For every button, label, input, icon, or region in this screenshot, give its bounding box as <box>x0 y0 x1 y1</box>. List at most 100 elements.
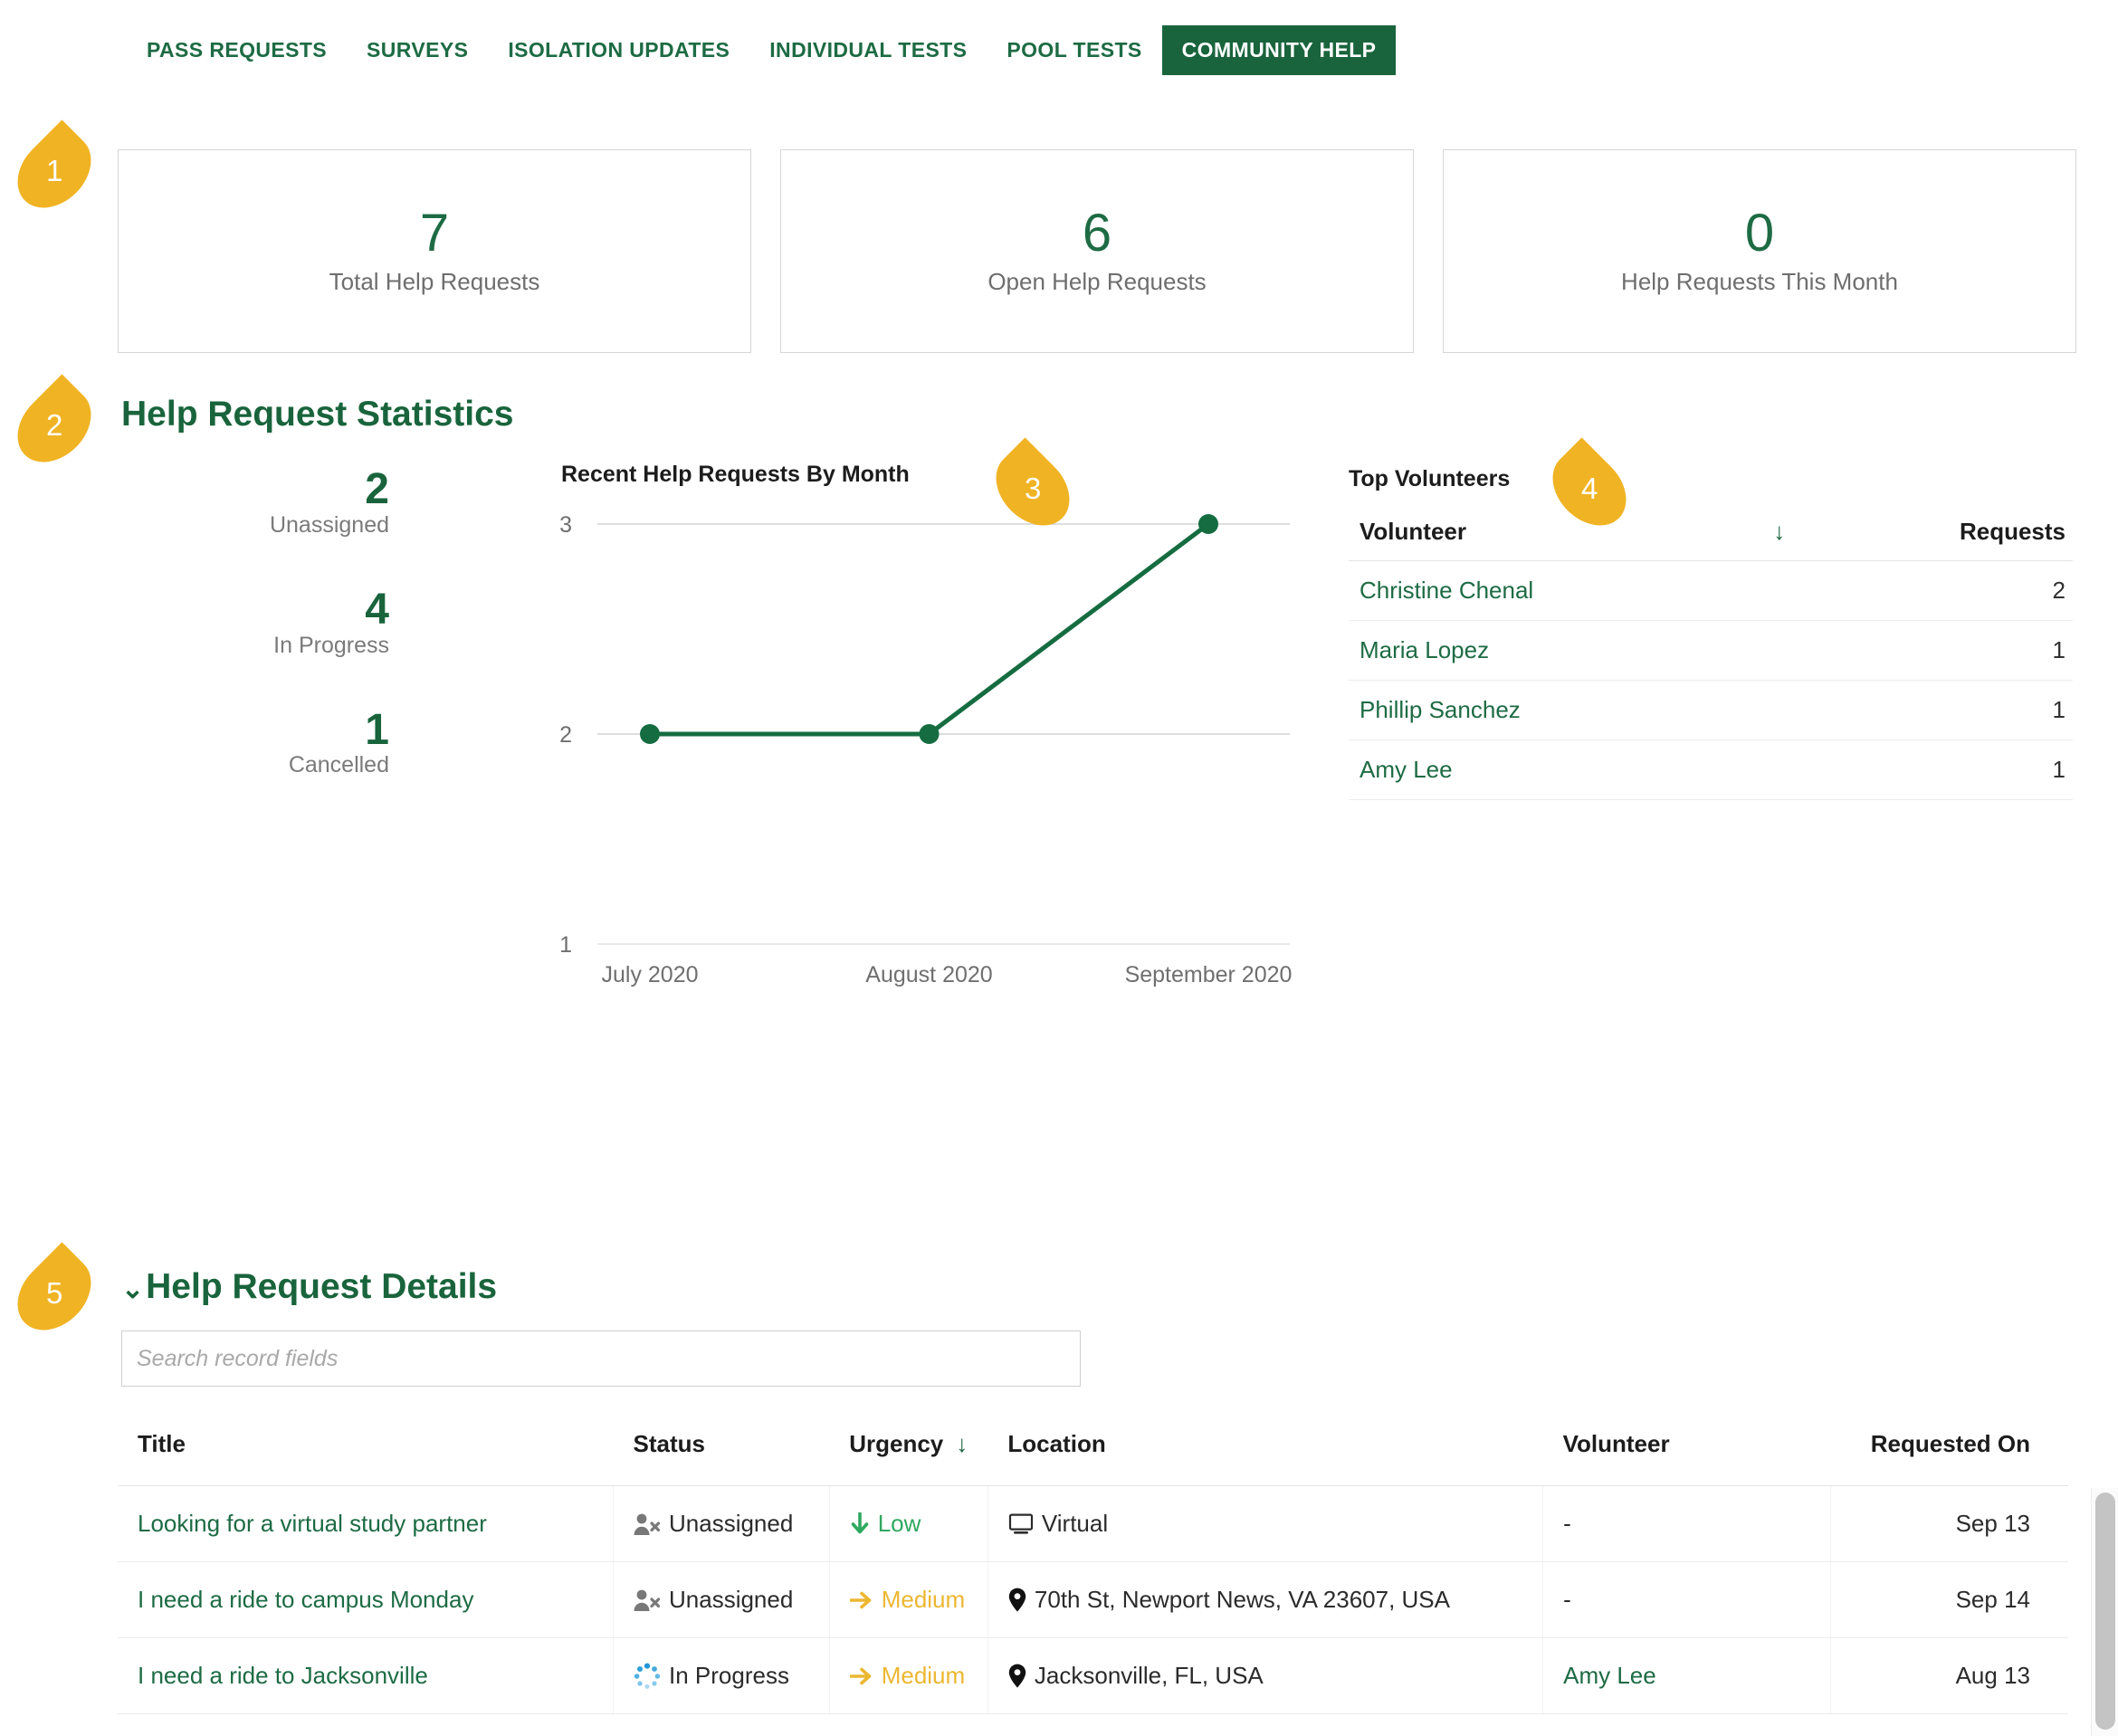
stat-card-label: Open Help Requests <box>987 268 1207 296</box>
y-axis-tick-label: 2 <box>559 722 572 748</box>
callout-bubble: 5 <box>3 1242 106 1345</box>
arrow-right-icon <box>848 1666 873 1686</box>
search-input[interactable] <box>121 1331 1081 1387</box>
request-title-link[interactable]: Looking for a virtual study partner <box>118 1485 614 1562</box>
help-request-details-heading[interactable]: ⌄ Help Request Details <box>121 1267 497 1307</box>
help-request-details-table-wrap: Title Status Urgency ↓ Location Volunteer… <box>118 1430 2068 1714</box>
sort-direction-icon[interactable]: ↓ <box>1723 514 1833 561</box>
arrow-down-icon <box>850 1511 870 1536</box>
request-title-link[interactable]: I need a ride to campus Monday <box>118 1561 614 1638</box>
tab-pool-tests[interactable]: POOL TESTS <box>987 25 1161 75</box>
urgency-cell: Medium <box>829 1637 988 1714</box>
callout-marker-5: 5 <box>3 1242 106 1345</box>
tab-surveys[interactable]: SURVEYS <box>347 25 488 75</box>
location-cell: Virtual <box>987 1485 1544 1562</box>
location-cell: Jacksonville, FL, USA <box>987 1637 1544 1714</box>
stat-card-label: Total Help Requests <box>329 268 540 296</box>
chart-data-point[interactable] <box>640 724 660 744</box>
requested-on-date: Sep 14 <box>1830 1561 2068 1638</box>
summary-cards: 7 Total Help Requests 6 Open Help Requests 0… <box>118 149 2076 353</box>
x-axis-tick-label: September 2020 <box>1125 962 1293 987</box>
table-row[interactable]: I need a ride to campus Monday Unassigned… <box>118 1561 2068 1638</box>
table-row[interactable]: Christine Chenal 2 <box>1349 560 2073 621</box>
x-axis-tick-label: August 2020 <box>865 962 992 987</box>
table-row[interactable]: Phillip Sanchez 1 <box>1349 680 2073 740</box>
x-axis-tick-label: July 2020 <box>601 962 698 987</box>
stat-card-value: 6 <box>1082 203 1112 262</box>
table-row[interactable]: Looking for a virtual study partner Unass… <box>118 1485 2068 1562</box>
spacer-cell <box>1723 680 1833 740</box>
title-column-header[interactable]: Title <box>118 1430 614 1486</box>
user-times-icon <box>634 1512 661 1536</box>
status-stat-label: Unassigned <box>269 511 389 538</box>
table-row[interactable]: I need a ride to Jacksonville In Progress… <box>118 1637 2068 1714</box>
location-cell: 70th St, Newport News, VA 23607, USA <box>987 1561 1544 1638</box>
callout-number: 3 <box>1024 471 1042 505</box>
chevron-down-icon[interactable]: ⌄ <box>121 1273 144 1305</box>
status-stat-value: 2 <box>365 465 389 513</box>
callout-number: 2 <box>45 408 63 443</box>
details-heading-label: Help Request Details <box>146 1267 498 1306</box>
table-header-row: Volunteer ↓ Requests <box>1349 514 2073 561</box>
callout-marker-2: 2 <box>3 374 106 477</box>
sort-direction-icon[interactable]: ↓ <box>956 1430 968 1457</box>
callout-marker-1: 1 <box>3 119 106 223</box>
status-column-header[interactable]: Status <box>613 1430 830 1486</box>
map-pin-icon <box>1008 1588 1026 1612</box>
status-breakdown-stats: 2 Unassigned 4 In Progress 1 Cancelled <box>118 465 389 826</box>
volunteer-column-header[interactable]: Volunteer <box>1542 1430 1831 1486</box>
volunteer-name-link[interactable]: Amy Lee <box>1349 739 1724 800</box>
callout-number: 1 <box>45 154 63 188</box>
tab-community-help[interactable]: COMMUNITY HELP <box>1161 25 1397 75</box>
map-pin-icon <box>1008 1664 1026 1688</box>
table-row[interactable]: Amy Lee 1 <box>1349 739 2073 800</box>
request-title-link[interactable]: I need a ride to Jacksonville <box>118 1637 614 1714</box>
tab-individual-tests[interactable]: INDIVIDUAL TESTS <box>749 25 987 75</box>
tab-isolation-updates[interactable]: ISOLATION UPDATES <box>488 25 749 75</box>
stat-card-value: 0 <box>1744 203 1775 262</box>
stat-card-label: Help Requests This Month <box>1621 268 1898 296</box>
stat-card-value: 7 <box>419 203 450 262</box>
table-row[interactable]: Maria Lopez 1 <box>1349 620 2073 681</box>
volunteer-request-count: 1 <box>1832 620 2073 681</box>
volunteer-name-link[interactable]: Phillip Sanchez <box>1349 680 1724 740</box>
tab-pass-requests[interactable]: PASS REQUESTS <box>127 25 347 75</box>
volunteer-name: - <box>1563 1586 1571 1613</box>
volunteer-cell: - <box>1542 1485 1831 1562</box>
callout-marker-3: 3 <box>981 437 1084 540</box>
stat-card: 6 Open Help Requests <box>780 149 1414 353</box>
callout-number: 4 <box>1580 471 1598 505</box>
volunteer-name-link[interactable]: Christine Chenal <box>1349 560 1724 621</box>
urgency-column-label: Urgency <box>849 1430 944 1457</box>
urgency-column-header[interactable]: Urgency ↓ <box>829 1430 988 1486</box>
status-label: Unassigned <box>669 1510 794 1537</box>
urgency-label: Medium <box>881 1586 966 1613</box>
requests-column-header[interactable]: Requests <box>1832 514 2073 561</box>
top-volunteers-table: Volunteer ↓ Requests Christine Chenal 2 Ma… <box>1349 514 2073 800</box>
status-cell: In Progress <box>613 1637 830 1714</box>
table-scrollbar[interactable] <box>2091 1488 2118 1736</box>
requested-on-date: Aug 13 <box>1830 1637 2068 1714</box>
chart-data-point[interactable] <box>919 724 940 744</box>
location-label: Virtual <box>1041 1510 1109 1537</box>
volunteer-name-link[interactable]: Maria Lopez <box>1349 620 1724 681</box>
requested-on-column-header[interactable]: Requested On <box>1830 1430 2068 1486</box>
volunteer-cell[interactable]: Amy Lee <box>1542 1637 1831 1714</box>
chart-title: Recent Help Requests By Month <box>561 462 910 487</box>
volunteer-column-header[interactable]: Volunteer <box>1349 514 1724 561</box>
top-volunteers-heading: Top Volunteers <box>1349 466 1511 491</box>
chart-data-point[interactable] <box>1198 514 1218 534</box>
location-column-header[interactable]: Location <box>987 1430 1543 1486</box>
volunteer-name[interactable]: Amy Lee <box>1563 1662 1656 1689</box>
user-times-icon <box>634 1588 661 1612</box>
location-label: 70th St, Newport News, VA 23607, USA <box>1034 1586 1450 1613</box>
status-stat: 2 Unassigned <box>118 465 389 539</box>
status-stat-value: 4 <box>365 585 389 634</box>
stat-card: 7 Total Help Requests <box>118 149 751 353</box>
table-header-row: Title Status Urgency ↓ Location Volunteer… <box>118 1430 2068 1486</box>
monitor-icon <box>1008 1513 1034 1535</box>
spacer-cell <box>1723 560 1833 621</box>
requested-on-date: Sep 13 <box>1830 1485 2068 1562</box>
status-label: In Progress <box>669 1662 789 1689</box>
scrollbar-thumb[interactable] <box>2095 1493 2115 1730</box>
